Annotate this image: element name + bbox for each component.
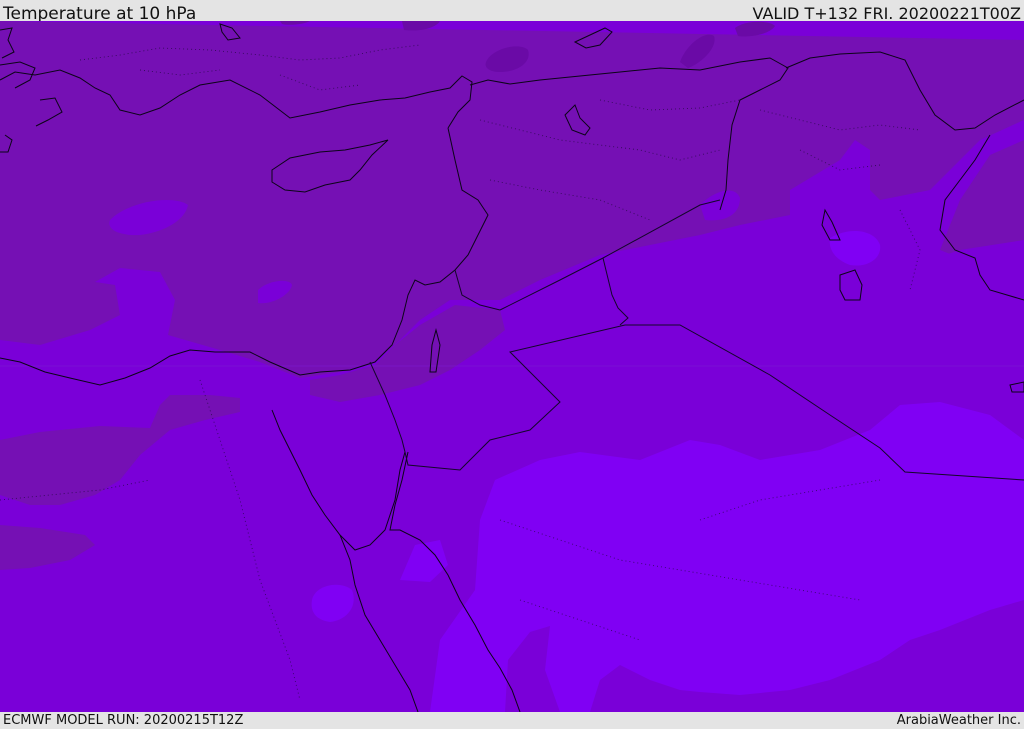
temperature-map[interactable] — [0, 21, 1024, 712]
map-header: Temperature at 10 hPa VALID T+132 FRI. 2… — [0, 0, 1024, 24]
model-run-label: ECMWF MODEL RUN: 20200215T12Z — [3, 713, 244, 728]
credit-label: ArabiaWeather Inc. — [896, 713, 1021, 728]
map-footer: ECMWF MODEL RUN: 20200215T12Z ArabiaWeat… — [0, 712, 1024, 729]
map-canvas — [0, 21, 1024, 712]
